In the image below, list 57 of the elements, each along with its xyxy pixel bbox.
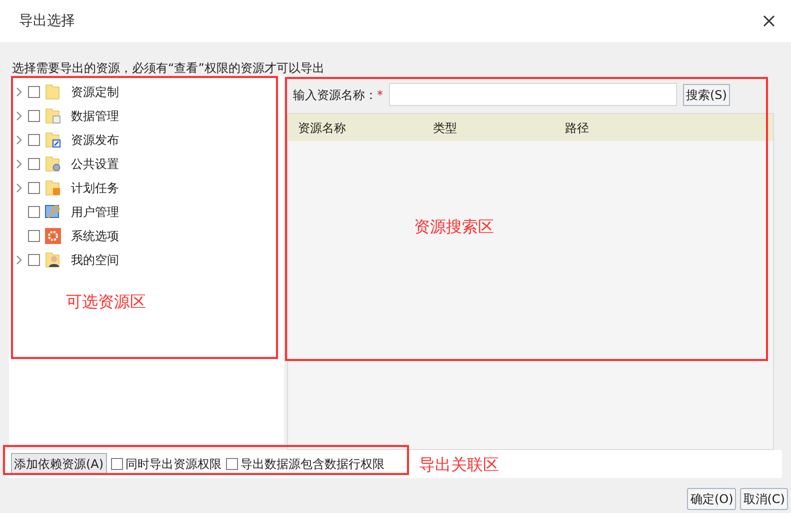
checkbox[interactable] [28,230,40,242]
person-folder-icon [45,252,61,268]
add-dependency-button[interactable]: 添加依赖资源(A) [11,453,107,475]
checkbox[interactable] [28,110,40,122]
tree-item[interactable]: 公共设置 [9,152,284,176]
checkbox[interactable] [28,134,40,146]
annotation-label: 导出关联区 [419,454,499,476]
dialog-button[interactable]: 取消(C) [740,488,788,510]
option-label: 同时导出资源权限 [126,456,222,473]
tree-label: 系统选项 [71,228,119,245]
close-icon[interactable] [762,14,776,28]
option-label: 导出数据源包含数据行权限 [240,456,385,473]
tree-label: 资源发布 [71,132,119,149]
tree-item[interactable]: 计划任务 [9,176,284,200]
tree-label: 用户管理 [71,204,119,221]
folder-table-icon [45,108,61,124]
folder-edit-icon [45,132,61,148]
search-label: 输入资源名称：* [293,86,383,104]
chevron-right-icon[interactable] [15,159,23,169]
chevron-right-icon[interactable] [15,135,23,145]
search-button[interactable]: 搜索(S) [683,84,730,106]
folder-gear-icon [45,156,61,172]
chevron-right-icon[interactable] [15,111,23,121]
column-header: 路径 [564,120,589,136]
tree-item[interactable]: 我的空间 [9,248,284,272]
folder-feed-icon [45,180,61,196]
checkbox[interactable] [28,254,40,266]
column-header: 类型 [432,120,458,136]
instruction-text: 选择需要导出的资源，必须有“查看”权限的资源才可以导出 [12,60,326,76]
tree-label: 资源定制 [71,84,119,101]
tree-label: 计划任务 [71,180,119,197]
folder-icon [45,84,61,100]
window-title: 导出选择 [19,12,75,30]
annotation-label: 可选资源区 [66,291,146,313]
tree-item[interactable]: 数据管理 [9,104,284,128]
tree-item[interactable]: 系统选项 [9,224,284,248]
tree-label: 数据管理 [71,108,119,125]
checkbox[interactable] [28,86,40,98]
tree-label: 公共设置 [71,156,119,173]
tree-label: 我的空间 [71,252,119,269]
checkbox[interactable] [110,458,123,470]
key-card-icon [45,204,61,220]
chevron-right-icon[interactable] [15,87,23,97]
checkbox[interactable] [226,458,238,470]
checkbox[interactable] [28,158,40,170]
tree-item[interactable]: 资源发布 [9,128,284,152]
column-header: 资源名称 [297,120,347,136]
annotation-label: 资源搜索区 [414,216,494,238]
tree-item[interactable]: 资源定制 [9,80,284,104]
chevron-right-icon[interactable] [15,183,23,193]
dialog-button[interactable]: 确定(O) [687,488,736,510]
tree-item[interactable]: 用户管理 [9,200,284,224]
checkbox[interactable] [28,206,40,218]
checkbox[interactable] [28,182,40,194]
gear-icon [45,228,61,244]
resource-name-field[interactable] [389,83,677,106]
chevron-right-icon[interactable] [15,255,23,265]
